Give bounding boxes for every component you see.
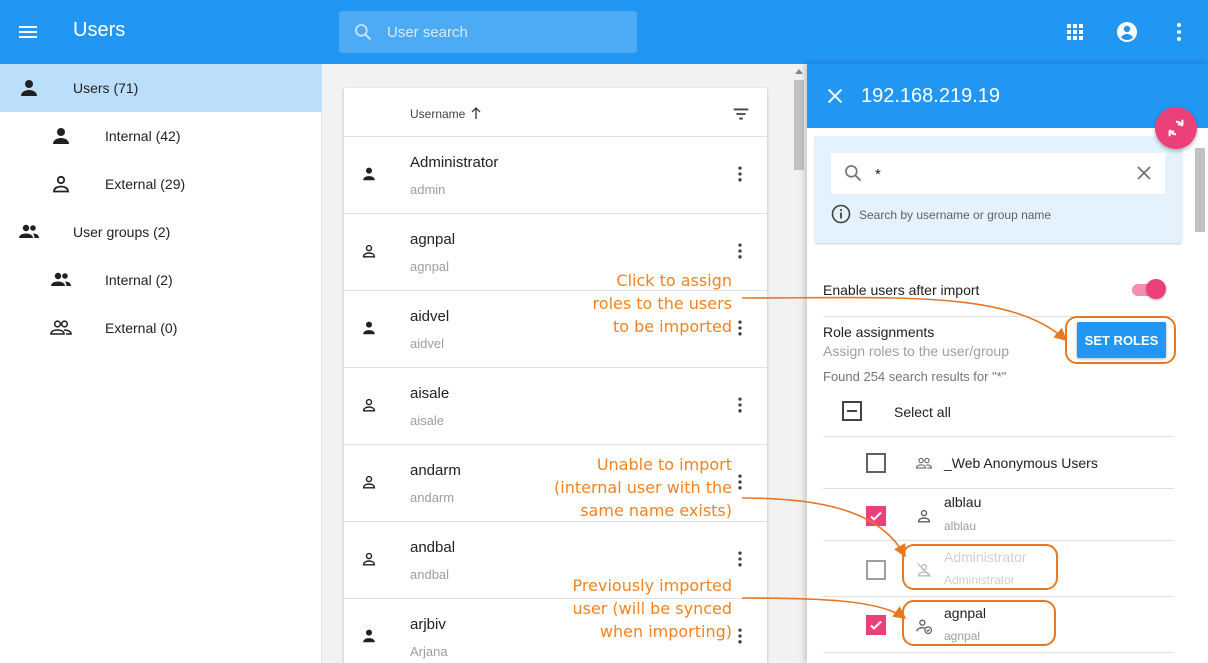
arrow-to-set-roles: [741, 296, 1068, 342]
annotation-arrows: [741, 296, 1068, 619]
arrow-to-conflict: [741, 497, 906, 558]
arrow-to-imported: [741, 597, 907, 619]
